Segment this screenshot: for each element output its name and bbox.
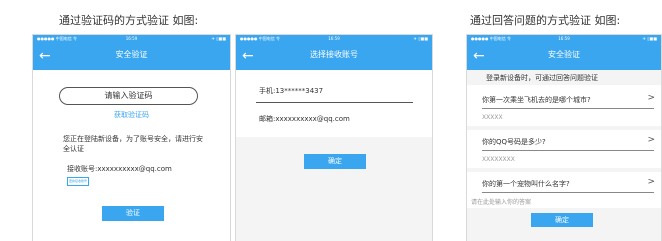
phone-screen-question-verification: ●●●●● 中国电信 令 16:59 ✈ ▯■■ ← 安全验证 登录新设备时，可…	[466, 34, 662, 241]
nav-bar: ← 安全验证	[467, 43, 661, 70]
battery-icon: ✈ ▯■■	[211, 36, 226, 41]
caption-question-verification: 通过回答问题的方式验证 如图:	[470, 14, 621, 27]
intro-text: 登录新设备时，可通过回答问题验证	[486, 74, 598, 82]
email-option[interactable]: 邮箱:xxxxxxxxxx@qq.com	[259, 114, 350, 124]
confirm-button[interactable]: 确定	[531, 213, 593, 227]
caption-code-verification: 通过验证码的方式验证 如图:	[59, 14, 199, 27]
status-bar: ●●●●● 中国电信 令 16:59 ✈ ▯■■	[236, 35, 432, 43]
answer-3-input[interactable]: 请在此处输入你的答案	[471, 197, 531, 206]
page-title: 安全验证	[115, 50, 148, 59]
chevron-right-icon[interactable]: >	[647, 135, 655, 145]
question-2[interactable]: 你的QQ号码是多少?	[482, 137, 546, 147]
chevron-right-icon[interactable]: >	[647, 177, 655, 187]
section-gap	[467, 168, 661, 172]
answer-2-input[interactable]: XXXXXXXX	[482, 156, 515, 163]
status-time: 16:59	[558, 36, 570, 41]
choose-account-content: 手机:13******3437 邮箱:xxxxxxxxxx@qq.com 确定	[236, 70, 432, 241]
status-bar: ●●●●● 中国电信 令 16:59 ✈ ▯■■	[33, 35, 230, 43]
get-code-link[interactable]: 获取验证码	[33, 110, 230, 120]
page-title: 选择接收账号	[310, 50, 358, 59]
status-time: 16:59	[328, 36, 340, 41]
question-verification-content: 登录新设备时，可通过回答问题验证 你第一次乘坐飞机去的是哪个城市? > XXXX…	[467, 70, 661, 241]
answer-1-input[interactable]: XXXXX	[482, 114, 503, 121]
battery-icon: ✈ ▯■■	[413, 36, 428, 41]
option-divider	[256, 102, 413, 103]
phone-screen-choose-account: ●●●●● 中国电信 令 16:59 ✈ ▯■■ ← 选择接收账号 手机:13*…	[235, 34, 433, 241]
code-input[interactable]: 请输入验证码	[59, 87, 198, 105]
nav-bar: ← 选择接收账号	[236, 43, 432, 70]
nav-bar: ← 安全验证	[33, 43, 230, 70]
code-verification-content: 请输入验证码 获取验证码 您正在登陆新设备，为了账号安全，请进行安全认证 接收账…	[33, 70, 230, 241]
page-title: 安全验证	[548, 50, 580, 59]
verify-button[interactable]: 验证	[102, 206, 164, 221]
question-3[interactable]: 你的第一个宠物叫什么名字?	[482, 179, 570, 189]
chevron-right-icon[interactable]: >	[647, 93, 655, 103]
security-notice: 您正在登陆新设备，为了账号安全，请进行安全认证	[63, 135, 203, 153]
status-time: 16:59	[125, 36, 138, 41]
phone-option[interactable]: 手机:13******3437	[259, 86, 323, 96]
phone-screen-code-verification: ●●●●● 中国电信 令 16:59 ✈ ▯■■ ← 安全验证 请输入验证码 获…	[32, 34, 231, 241]
question-3-divider	[482, 192, 654, 193]
question-1[interactable]: 你第一次乘坐飞机去的是哪个城市?	[482, 95, 591, 105]
question-1-divider	[482, 108, 654, 109]
section-gap	[467, 126, 661, 130]
change-account-button[interactable]: 更换接收账号	[67, 177, 90, 186]
question-2-divider	[482, 150, 654, 151]
account-options-panel	[236, 70, 432, 137]
battery-icon: ✈ ▯■■	[642, 36, 657, 41]
status-bar: ●●●●● 中国电信 令 16:59 ✈ ▯■■	[467, 35, 661, 43]
receive-account: 接收账号:xxxxxxxxxx@qq.com	[67, 165, 172, 173]
confirm-button[interactable]: 确定	[304, 154, 366, 169]
